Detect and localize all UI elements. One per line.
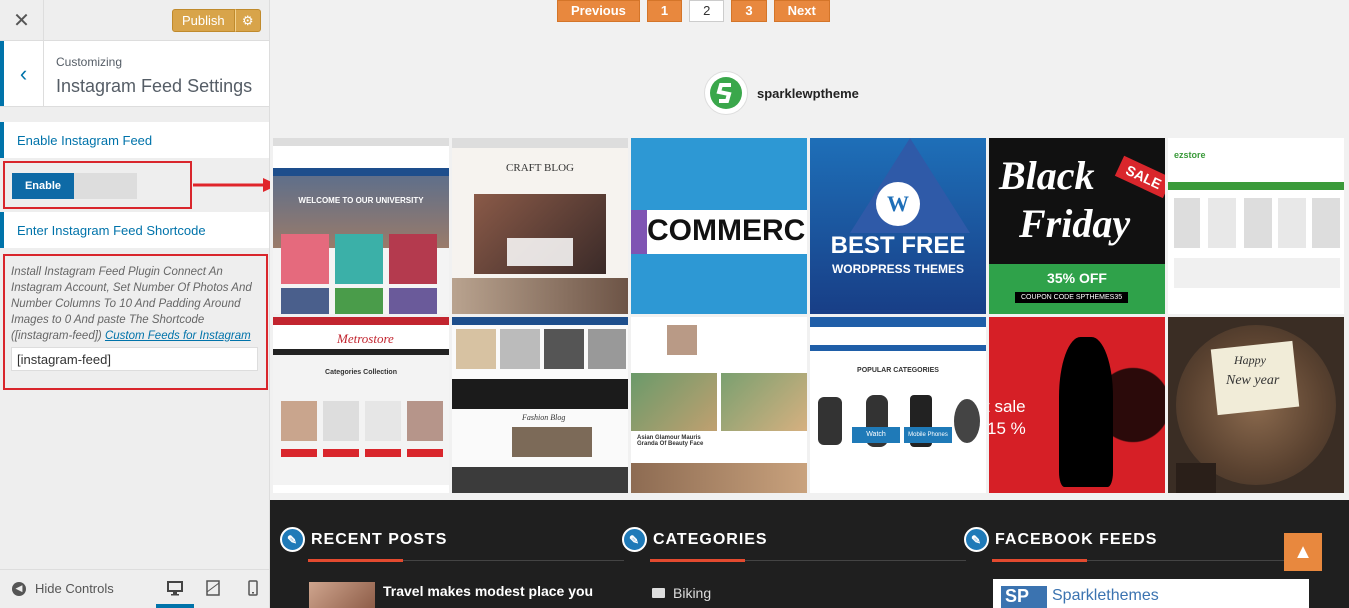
pencil-icon: ✎ — [964, 527, 989, 552]
instagram-grid: WELCOME TO OUR UNIVERSITY CRAFT BLOG COM… — [273, 138, 1349, 493]
collapse-icon: ◀ — [12, 581, 26, 596]
widget-title: RECENT POSTS — [311, 530, 448, 548]
annotation-arrow — [193, 178, 278, 192]
instagram-photo[interactable]: Black Friday SALE 35% OFF COUPON CODE SP… — [989, 138, 1165, 314]
close-customizer-button[interactable]: ✕ — [0, 0, 44, 41]
sidebar-header: ✕ Publish ⚙ — [0, 0, 269, 41]
wordpress-icon: W — [876, 182, 920, 226]
facebook-page-logo: SP — [1001, 586, 1047, 608]
instagram-photo[interactable]: Metrostore Categories Collection — [273, 317, 449, 493]
instagram-header: sparklewptheme — [704, 71, 859, 115]
recent-posts-heading: ✎ RECENT POSTS — [280, 527, 447, 552]
tile-text: 15 % — [989, 419, 1026, 438]
instagram-photo[interactable]: ezstore — [1168, 138, 1344, 314]
tile-text: Asian Glamour Mauris Granda Of Beauty Fa… — [637, 435, 704, 447]
instagram-photo[interactable]: t sale 15 % — [989, 317, 1165, 493]
tile-text: Happy — [1234, 353, 1266, 367]
enable-toggle-label: Enable — [12, 173, 74, 199]
instagram-photo[interactable]: WELCOME TO OUR UNIVERSITY — [273, 138, 449, 314]
pencil-icon: ✎ — [622, 527, 647, 552]
publish-group: Publish ⚙ — [172, 9, 261, 32]
pagination-page-1[interactable]: 1 — [646, 0, 683, 22]
tile-text: SALE — [1114, 155, 1165, 199]
shortcode-section[interactable]: Enter Instagram Feed Shortcode — [0, 212, 269, 248]
shortcode-description: Install Instagram Feed Plugin Connect An… — [11, 264, 261, 344]
active-device-indicator — [156, 604, 194, 608]
hide-controls-button[interactable]: ◀ Hide Controls — [12, 581, 114, 596]
instagram-photo[interactable]: COMMERC — [631, 138, 807, 314]
sidebar-footer: ◀ Hide Controls — [0, 569, 269, 608]
facebook-page-name[interactable]: Sparklethemes — [1052, 587, 1159, 605]
widget-title: CATEGORIES — [653, 530, 768, 548]
arrow-up-icon: ▲ — [1293, 540, 1313, 563]
pagination-next[interactable]: Next — [773, 0, 830, 22]
tile-text: COMMERC — [647, 214, 806, 247]
chevron-left-icon: ‹ — [19, 60, 28, 86]
gear-icon: ⚙ — [241, 12, 254, 28]
instagram-photo[interactable]: Happy New year — [1168, 317, 1344, 493]
pagination: Previous 1 2 3 Next — [557, 0, 830, 22]
pagination-page-2: 2 — [689, 0, 725, 22]
tile-text: CRAFT BLOG — [506, 162, 574, 174]
tile-text: WELCOME TO OUR UNIVERSITY — [298, 196, 424, 205]
customizing-label: Customizing — [56, 55, 123, 69]
sparkle-logo-icon — [710, 77, 742, 109]
enable-toggle[interactable]: Enable — [12, 173, 137, 199]
folder-icon — [652, 588, 665, 598]
tile-text: Friday — [1019, 201, 1131, 246]
hide-controls-label: Hide Controls — [35, 581, 114, 596]
close-icon: ✕ — [13, 10, 30, 32]
instagram-photo[interactable]: CRAFT BLOG — [452, 138, 628, 314]
tile-text: Black — [999, 153, 1095, 198]
site-footer: ✎ RECENT POSTS ✎ CATEGORIES ✎ FACEBOOK F… — [270, 500, 1349, 608]
tile-text: Categories Collection — [325, 369, 397, 376]
tile-text: New year — [1226, 373, 1280, 388]
post-thumbnail[interactable] — [309, 582, 375, 608]
publish-button[interactable]: Publish — [172, 9, 235, 32]
instagram-avatar[interactable] — [704, 71, 748, 115]
site-preview: Previous 1 2 3 Next sparklewptheme WELCO… — [270, 0, 1349, 608]
tile-text: ezstore — [1174, 150, 1206, 160]
category-label: Biking — [673, 585, 712, 601]
back-button[interactable]: ‹ — [0, 41, 44, 106]
instagram-photo[interactable]: Asian Glamour Mauris Granda Of Beauty Fa… — [631, 317, 807, 493]
customizer-sidebar: ✕ Publish ⚙ ‹ Customizing Instagram Feed… — [0, 0, 270, 608]
publish-settings-button[interactable]: ⚙ — [234, 9, 261, 32]
tile-text: Metrostore — [337, 331, 394, 346]
widget-title: FACEBOOK FEEDS — [995, 530, 1158, 548]
tile-text: Mobile Phones — [904, 427, 952, 443]
post-title-link[interactable]: Travel makes modest place you — [383, 583, 593, 599]
divider-accent — [992, 559, 1087, 562]
categories-heading: ✎ CATEGORIES — [622, 527, 768, 552]
tile-text: Watch — [852, 427, 900, 443]
panel-title: Instagram Feed Settings — [56, 76, 253, 96]
category-item[interactable]: Biking — [652, 585, 711, 601]
divider-accent — [308, 559, 403, 562]
custom-feeds-link[interactable]: Custom Feeds for Instagram — [105, 330, 251, 342]
facebook-widget[interactable]: SP Sparklethemes — [993, 579, 1309, 608]
mobile-preview-icon[interactable] — [245, 580, 261, 596]
tile-text: POPULAR CATEGORIES — [857, 367, 939, 374]
instagram-photo[interactable]: Fashion Blog — [452, 317, 628, 493]
pagination-page-3[interactable]: 3 — [731, 0, 767, 22]
divider-accent — [650, 559, 745, 562]
panel-title-area: ‹ Customizing Instagram Feed Settings — [0, 41, 269, 107]
shortcode-input[interactable] — [11, 347, 258, 371]
scroll-to-top-button[interactable]: ▲ — [1284, 533, 1322, 571]
tile-text: 35% OFF — [1047, 270, 1107, 286]
tile-text: t sale — [989, 397, 1026, 416]
tile-text: BEST FREE — [830, 232, 966, 259]
tile-text: COUPON CODE SPTHEMES35 — [1015, 292, 1129, 303]
tile-text: Fashion Blog — [522, 413, 566, 422]
instagram-username[interactable]: sparklewptheme — [757, 86, 859, 101]
tile-text: WORDPRESS THEMES — [831, 262, 964, 276]
tablet-preview-icon[interactable] — [205, 580, 221, 596]
enable-instagram-section[interactable]: Enable Instagram Feed — [0, 122, 269, 158]
pencil-icon: ✎ — [280, 527, 305, 552]
instagram-photo[interactable]: POPULAR CATEGORIES Watch Mobile Phones — [810, 317, 986, 493]
pagination-previous[interactable]: Previous — [557, 0, 640, 22]
facebook-feeds-heading: ✎ FACEBOOK FEEDS — [964, 527, 1157, 552]
desktop-preview-icon[interactable] — [167, 580, 183, 596]
instagram-photo[interactable]: W BEST FREE WORDPRESS THEMES — [810, 138, 986, 314]
